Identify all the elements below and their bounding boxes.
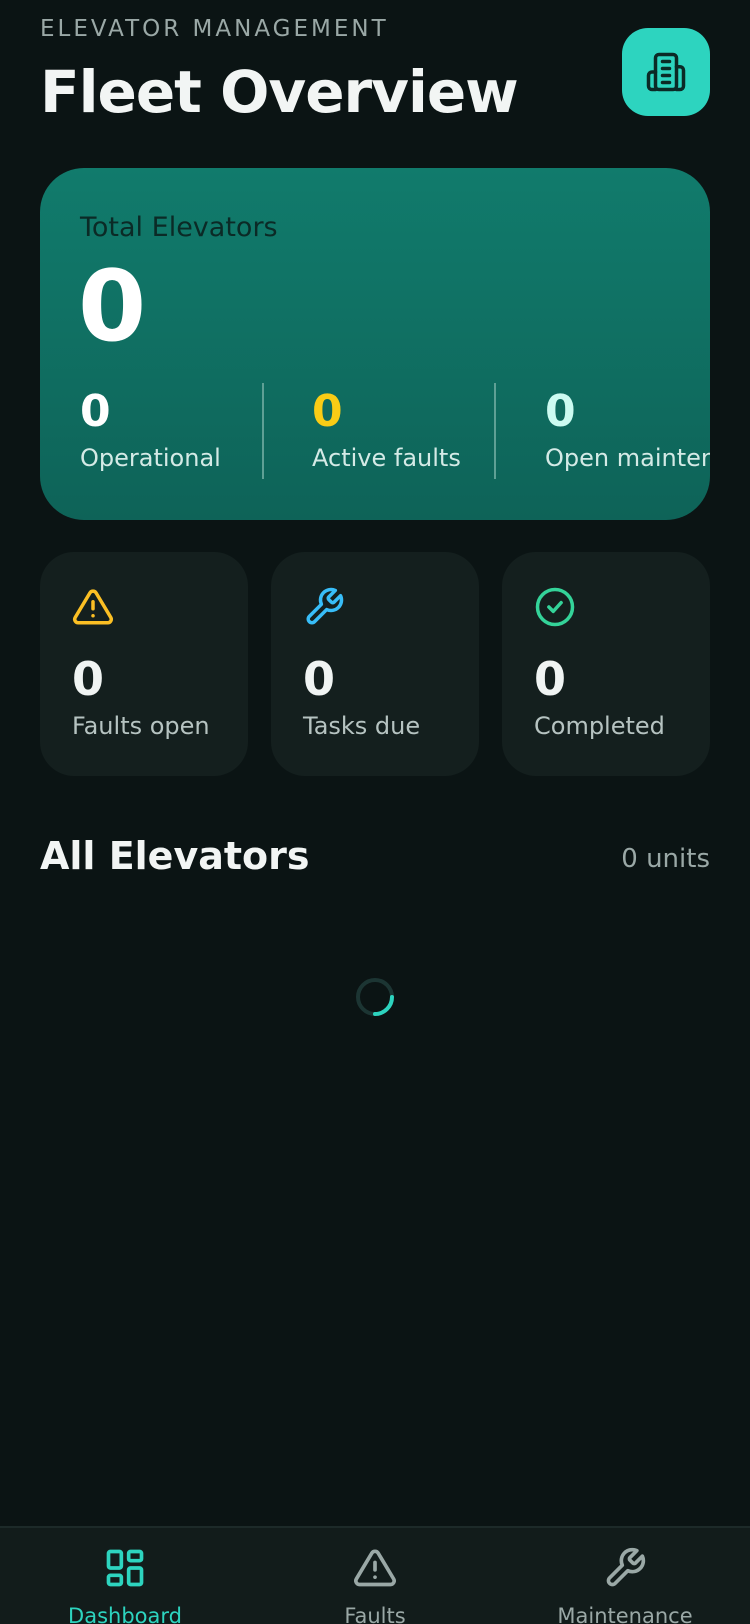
stat-divider: [262, 383, 264, 479]
app-subtitle: ELEVATOR MANAGEMENT: [40, 16, 389, 42]
stat-value: 0: [545, 386, 576, 437]
stat-label: Active faults: [312, 444, 461, 472]
section-title: All Elevators: [40, 834, 310, 878]
stat-divider: [494, 383, 496, 479]
stat-value: 0: [80, 386, 111, 437]
nav-item-maintenance[interactable]: Maintenance: [525, 1546, 725, 1624]
tasks-due-card[interactable]: 0 Tasks due: [271, 552, 479, 776]
total-elevators-value: 0: [78, 250, 147, 364]
building-button[interactable]: [622, 28, 710, 116]
card-value: 0: [534, 652, 567, 706]
stat-open-maintenance: 0 Open maintenance: [545, 386, 710, 473]
units-count: 0 units: [621, 844, 710, 874]
stat-label: Operational: [80, 444, 221, 472]
stat-operational: 0 Operational: [80, 386, 221, 473]
building-icon: [646, 52, 686, 92]
page-title: Fleet Overview: [40, 58, 519, 126]
completed-card[interactable]: 0 Completed: [502, 552, 710, 776]
card-label: Tasks due: [303, 712, 421, 740]
nav-item-dashboard[interactable]: Dashboard: [25, 1546, 225, 1624]
warning-icon: [72, 589, 114, 625]
card-value: 0: [72, 652, 105, 706]
stat-value: 0: [312, 386, 343, 437]
nav-label: Maintenance: [557, 1604, 693, 1624]
card-value: 0: [303, 652, 336, 706]
app-screen: ELEVATOR MANAGEMENT Fleet Overview Total…: [0, 0, 750, 1624]
total-elevators-label: Total Elevators: [80, 212, 278, 243]
check-circle-icon: [535, 587, 575, 627]
nav-label: Dashboard: [68, 1604, 182, 1624]
stat-label: Open maintenance: [545, 444, 710, 472]
wrench-icon: [606, 1547, 646, 1587]
bottom-nav: Dashboard Faults Maintenance: [0, 1526, 750, 1624]
card-label: Completed: [534, 712, 665, 740]
card-label: Faults open: [72, 712, 210, 740]
nav-item-faults[interactable]: Faults: [275, 1546, 475, 1624]
dashboard-icon: [106, 1549, 144, 1587]
warning-icon: [354, 1549, 396, 1587]
wrench-icon: [306, 587, 344, 625]
stat-active-faults: 0 Active faults: [312, 386, 461, 473]
loading-spinner-icon: [356, 978, 394, 1016]
total-elevators-card: Total Elevators 0 0 Operational 0 Active…: [40, 168, 710, 520]
nav-label: Faults: [344, 1604, 406, 1624]
faults-open-card[interactable]: 0 Faults open: [40, 552, 248, 776]
